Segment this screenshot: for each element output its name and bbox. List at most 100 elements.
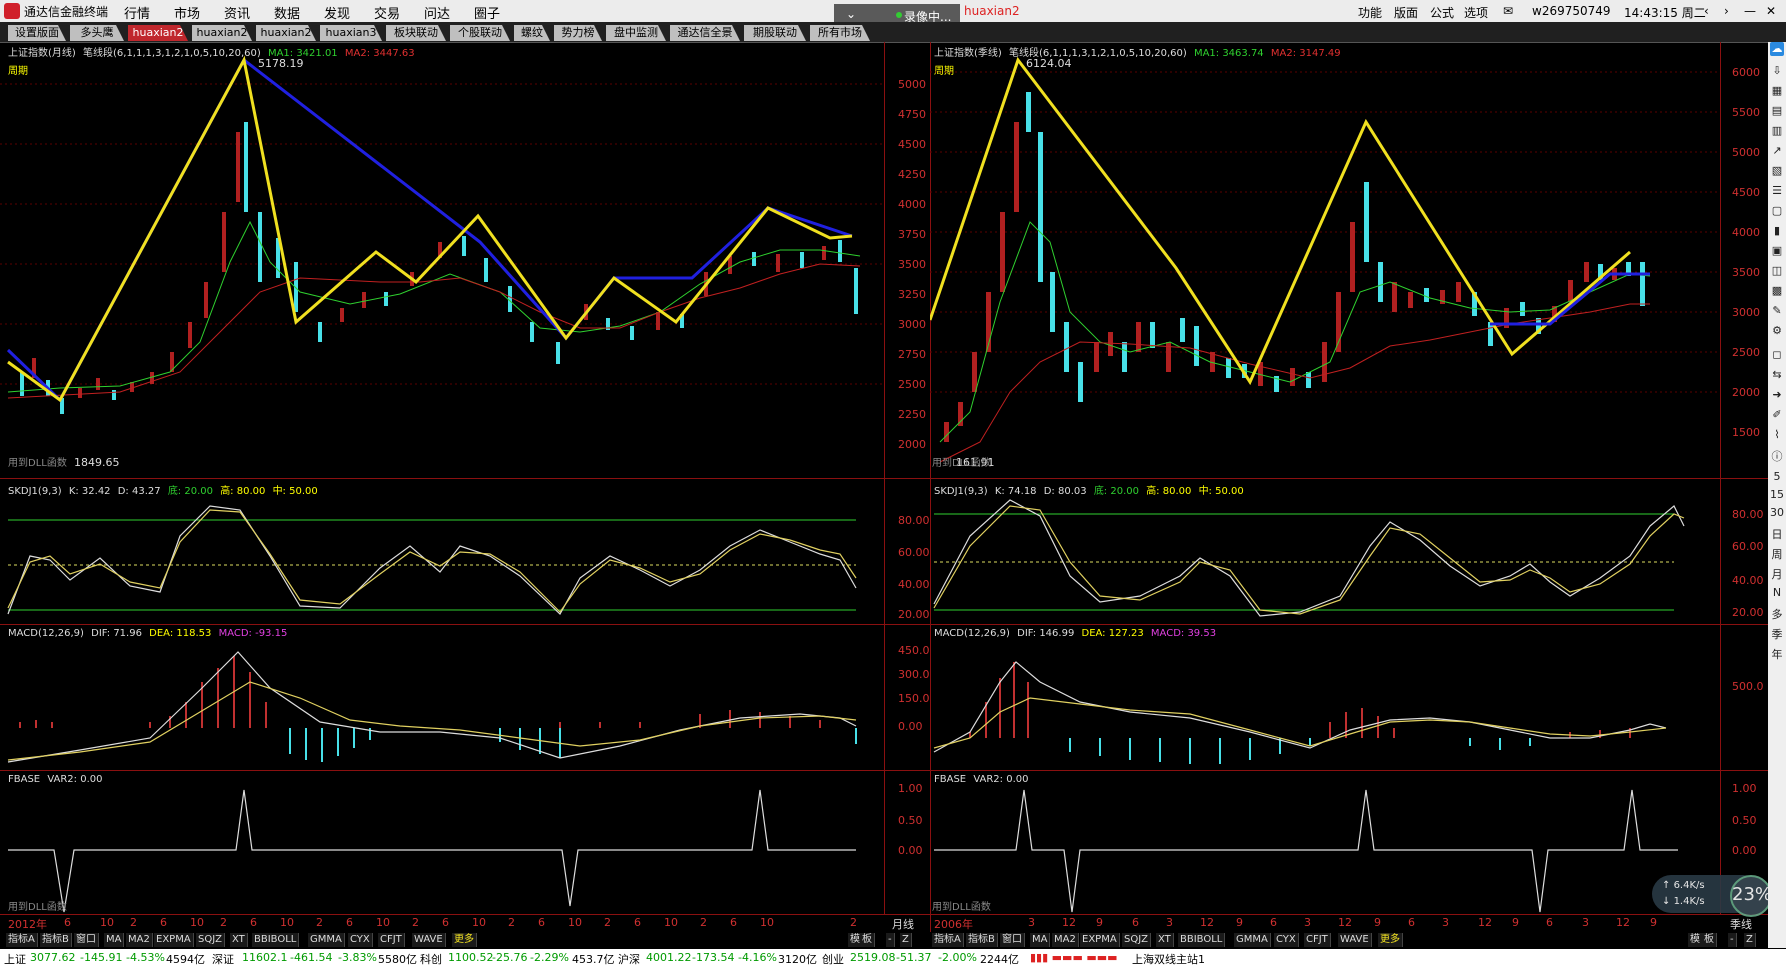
calendar-icon[interactable]: ▤ <box>1770 104 1784 118</box>
period-quarter[interactable]: 季 <box>1770 626 1784 641</box>
period-5min[interactable]: 5 <box>1770 470 1784 484</box>
toolbar-cyx[interactable]: CYX <box>348 933 373 947</box>
toolbar-expma[interactable]: EXPMA <box>1080 933 1120 947</box>
network-speed-widget[interactable]: ↑ 6.4K/s ↓ 1.4K/s 23% <box>1652 875 1772 917</box>
left-period-button[interactable]: 月线 <box>892 916 914 932</box>
bars-icon[interactable]: ▮ <box>1770 224 1784 238</box>
toolbar-template-ban[interactable]: 板 <box>1702 933 1717 947</box>
toolbar-gmma[interactable]: GMMA <box>308 933 345 947</box>
toolbar-gmma[interactable]: GMMA <box>1234 933 1271 947</box>
image-icon[interactable]: ▣ <box>1770 244 1784 258</box>
toolbar-cyx[interactable]: CYX <box>1274 933 1299 947</box>
period-day[interactable]: 日 <box>1770 526 1784 541</box>
menu-item-zixun[interactable]: 资讯 <box>224 3 250 22</box>
toolbar-wave[interactable]: WAVE <box>412 933 446 947</box>
tab-bankuai-liandong[interactable]: 板块联动 <box>386 25 446 41</box>
toolbar-sqjz[interactable]: SQJZ <box>1122 933 1152 947</box>
left-kdj-chart[interactable] <box>0 496 884 624</box>
tab-qigu-liandong[interactable]: 期股联动 <box>744 25 806 41</box>
status-cy-label[interactable]: 创业 <box>822 951 844 967</box>
period-30min[interactable]: 30 <box>1770 506 1784 520</box>
tab-all-markets[interactable]: 所有市场 <box>810 25 870 41</box>
download-icon[interactable]: ⇩ <box>1770 64 1784 78</box>
menu-item-faxian[interactable]: 发现 <box>324 3 350 22</box>
chevron-down-icon[interactable]: ⌄ <box>846 7 856 21</box>
toolbar-chuangkou[interactable]: 窗口 <box>1000 933 1025 947</box>
tab-huaxian3[interactable]: huaxian3 <box>320 25 382 41</box>
status-hs-label[interactable]: 沪深 <box>618 951 640 967</box>
period-week[interactable]: 周 <box>1770 546 1784 561</box>
trend-icon[interactable]: ↗ <box>1770 144 1784 158</box>
tab-quanjing[interactable]: 通达信全景 <box>670 25 740 41</box>
toolbar-wave[interactable]: WAVE <box>1338 933 1372 947</box>
menu-item-gongshi[interactable]: 公式 <box>1430 4 1454 21</box>
toolbar-ma[interactable]: MA <box>104 933 125 947</box>
tab-huaxian2-b[interactable]: huaxian2 <box>192 25 252 41</box>
doc-icon[interactable]: ▢ <box>1770 204 1784 218</box>
grid-icon[interactable]: ▦ <box>1770 84 1784 98</box>
tab-huaxian2-active[interactable]: huaxian2 <box>128 25 188 41</box>
toolbar-zoom-out[interactable]: - <box>1728 933 1737 947</box>
period-multi[interactable]: 多 <box>1770 606 1784 621</box>
toolbar-cfjt[interactable]: CFJT <box>378 933 405 947</box>
back-icon[interactable]: ‹ <box>1704 4 1709 18</box>
status-kc-label[interactable]: 科创 <box>420 951 442 967</box>
toolbar-zoom-z[interactable]: Z <box>900 933 912 947</box>
left-macd-chart[interactable] <box>0 642 884 770</box>
tab-luowen[interactable]: 螺纹 <box>514 25 550 41</box>
toolbar-bbiboll[interactable]: BBIBOLL <box>252 933 300 947</box>
menu-item-xuanxiang[interactable]: 选项 <box>1464 4 1488 21</box>
user-account[interactable]: w269750749 <box>1532 4 1611 18</box>
toolbar-zoom-z[interactable]: Z <box>1744 933 1756 947</box>
right-period-button[interactable]: 季线 <box>1730 916 1752 932</box>
menu-item-jiaoyi[interactable]: 交易 <box>374 3 400 22</box>
window-icon[interactable]: ◻ <box>1770 348 1784 362</box>
right-main-chart[interactable]: 6124.04 161.91 用到DLL函数 <box>930 42 1720 478</box>
toolbar-ma2[interactable]: MA2 <box>1052 933 1079 947</box>
list-icon[interactable]: ☰ <box>1770 184 1784 198</box>
tab-gegu-liandong[interactable]: 个股联动 <box>450 25 510 41</box>
toolbar-ma[interactable]: MA <box>1030 933 1051 947</box>
minimize-icon[interactable]: — <box>1744 4 1756 18</box>
period-month[interactable]: 月 <box>1770 566 1784 581</box>
chart-line-icon[interactable]: ⌇ <box>1770 428 1784 442</box>
toolbar-zhibiao-a[interactable]: 指标A <box>932 933 964 947</box>
period-n[interactable]: N <box>1770 586 1784 600</box>
toolbar-bbiboll[interactable]: BBIBOLL <box>1178 933 1226 947</box>
toolbar-zhibiao-b[interactable]: 指标B <box>40 933 72 947</box>
tab-settings[interactable]: 设置版面 <box>8 25 66 41</box>
toolbar-zhibiao-a[interactable]: 指标A <box>6 933 38 947</box>
chart-bar-icon[interactable]: ▩ <box>1770 284 1784 298</box>
toolbar-more[interactable]: 更多 <box>1378 933 1403 947</box>
table-icon[interactable]: ▥ <box>1770 124 1784 138</box>
period-15min[interactable]: 15 <box>1770 488 1784 502</box>
status-server[interactable]: 上海双线主站1 <box>1132 951 1205 967</box>
right-macd-chart[interactable] <box>930 642 1720 770</box>
tab-duotouying[interactable]: 多头鹰 <box>70 25 124 41</box>
toolbar-template-ban[interactable]: 板 <box>860 933 875 947</box>
status-sh-label[interactable]: 上证 <box>4 951 26 967</box>
cloud-icon[interactable]: ☁ <box>1770 42 1784 56</box>
toolbar-xt[interactable]: XT <box>230 933 248 947</box>
layout-icon[interactable]: ◫ <box>1770 264 1784 278</box>
toolbar-more[interactable]: 更多 <box>452 933 477 947</box>
menu-item-hangqing[interactable]: 行情 <box>124 3 150 22</box>
message-icon[interactable]: ✉ <box>1503 4 1513 18</box>
toolbar-template-mo[interactable]: 模 <box>1688 933 1703 947</box>
menu-item-quanzi[interactable]: 圈子 <box>474 3 500 22</box>
arrow-icon[interactable]: ➜ <box>1770 388 1784 402</box>
settings-icon[interactable]: ⚙ <box>1770 324 1784 338</box>
toolbar-ma2[interactable]: MA2 <box>126 933 153 947</box>
tool-icon[interactable]: ✎ <box>1770 304 1784 318</box>
tab-shililbang[interactable]: 势力榜 <box>554 25 602 41</box>
toolbar-cfjt[interactable]: CFJT <box>1304 933 1331 947</box>
menu-item-gongneng[interactable]: 功能 <box>1358 4 1382 21</box>
note-icon[interactable]: ✐ <box>1770 408 1784 422</box>
chart-icon[interactable]: ▧ <box>1770 164 1784 178</box>
menu-item-wenda[interactable]: 问达 <box>424 3 450 22</box>
tab-panzhong-jiance[interactable]: 盘中监测 <box>606 25 666 41</box>
toolbar-chuangkou[interactable]: 窗口 <box>74 933 99 947</box>
toolbar-sqjz[interactable]: SQJZ <box>196 933 226 947</box>
toolbar-expma[interactable]: EXPMA <box>154 933 194 947</box>
menu-item-shichang[interactable]: 市场 <box>174 3 200 22</box>
